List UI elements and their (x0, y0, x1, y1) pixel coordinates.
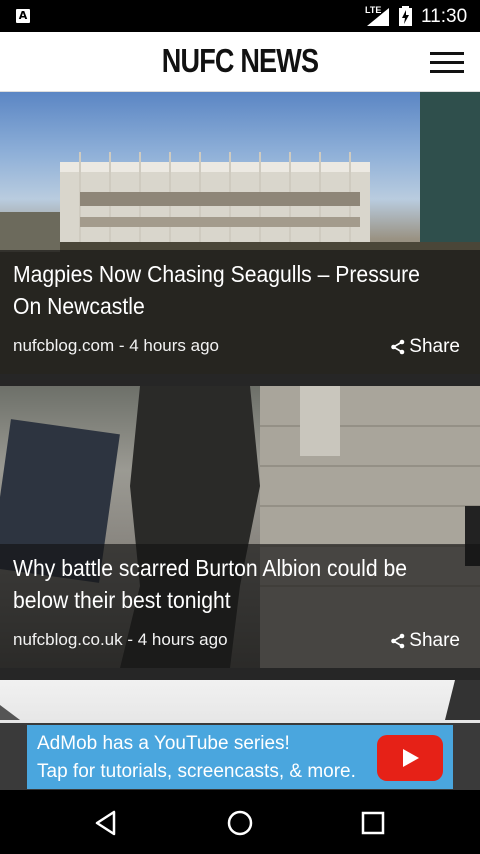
app-bar: NUFC NEWS (0, 32, 480, 92)
share-button[interactable]: Share (390, 630, 460, 652)
ad-subline: Tap for tutorials, screencasts, & more. (37, 761, 356, 782)
battery-charging-icon (399, 6, 412, 26)
back-triangle-icon[interactable] (92, 808, 122, 838)
article-card[interactable]: Magpies Now Chasing Seagulls – Pressure … (0, 92, 480, 374)
signal-icon (367, 8, 389, 26)
clock: 11:30 (421, 6, 468, 27)
share-label: Share (409, 336, 460, 357)
article-title[interactable]: Why battle scarred Burton Albion could b… (13, 552, 436, 616)
share-icon (391, 339, 405, 355)
youtube-play-icon[interactable] (377, 735, 443, 781)
article-source-time: nufcblog.co.uk - 4 hours ago (13, 630, 228, 649)
share-label: Share (409, 630, 460, 651)
app-title: NUFC NEWS (161, 42, 319, 79)
share-button[interactable]: Share (390, 336, 460, 358)
ad-banner[interactable]: AdMob has a YouTube series! Tap for tuto… (0, 723, 480, 790)
app-notification-icon: A (16, 9, 30, 23)
share-icon (391, 633, 405, 649)
article-caption: Why battle scarred Burton Albion could b… (0, 544, 480, 668)
ad-content[interactable]: AdMob has a YouTube series! Tap for tuto… (27, 725, 453, 789)
play-triangle-icon (403, 749, 419, 767)
system-nav-bar (0, 790, 480, 854)
article-caption: Magpies Now Chasing Seagulls – Pressure … (0, 250, 480, 374)
article-card[interactable]: Why battle scarred Burton Albion could b… (0, 386, 480, 668)
hamburger-menu-icon[interactable] (427, 50, 467, 76)
news-feed[interactable]: Magpies Now Chasing Seagulls – Pressure … (0, 92, 480, 790)
recents-square-icon[interactable] (358, 808, 388, 838)
article-source-time: nufcblog.com - 4 hours ago (13, 336, 220, 355)
article-title[interactable]: Magpies Now Chasing Seagulls – Pressure … (13, 258, 436, 322)
ad-headline: AdMob has a YouTube series! (37, 733, 290, 754)
status-bar: A LTE 11:30 (0, 0, 480, 32)
home-circle-icon[interactable] (225, 808, 255, 838)
